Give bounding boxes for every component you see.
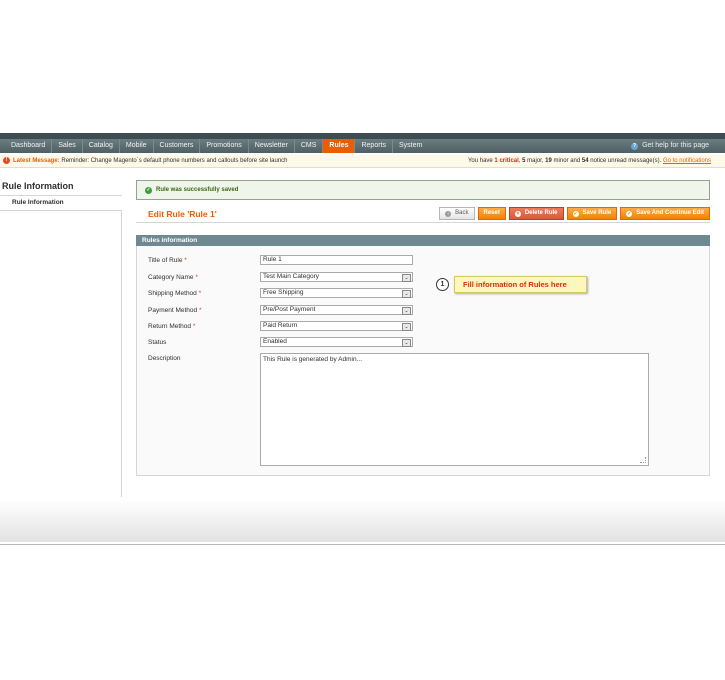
page-title: Edit Rule 'Rule 1' (148, 209, 217, 219)
required-marker: * (195, 274, 198, 281)
back-label: Back (455, 210, 469, 216)
return-value: Paid Return (263, 322, 298, 329)
nav-newsletter[interactable]: Newsletter (249, 139, 295, 153)
nav-sales[interactable]: Sales (52, 139, 83, 153)
category-label: Category Name * (148, 274, 198, 281)
delete-icon: × (514, 210, 521, 217)
save-label: Save Rule (582, 210, 612, 216)
status-select[interactable]: Enabled ⌄ (260, 337, 413, 347)
resize-grip-icon[interactable] (640, 457, 646, 463)
success-text: Rule was successfully saved (156, 187, 239, 193)
sidebar-border (121, 210, 122, 497)
check-icon: ✓ (145, 187, 152, 194)
callout-tooltip: Fill information of Rules here (454, 276, 587, 293)
sidebar-tab-rule-information[interactable]: Rule Information (0, 196, 122, 211)
category-select[interactable]: Test Main Category ⌄ (260, 272, 413, 282)
return-label-text: Return Method (148, 323, 191, 330)
description-label: Description (148, 355, 181, 362)
payment-label-text: Payment Method (148, 307, 198, 314)
message-bar: ! Latest Message: Reminder: Change Magen… (0, 155, 725, 168)
required-marker: * (184, 257, 187, 264)
back-arrow-icon: ‹ (445, 210, 452, 217)
save-continue-check-icon: ✓ (626, 210, 633, 217)
action-buttons: ‹ Back Reset × Delete Rule ✓ Save Rule ✓ Sav… (439, 207, 710, 220)
sidebar-tab-label: Rule Information (12, 199, 64, 206)
description-value: This Rule is generated by Admin... (263, 356, 362, 363)
critical-count: 1 (494, 158, 498, 164)
save-and-continue-button[interactable]: ✓ Save And Continue Edit (620, 207, 710, 220)
summary-prefix: You have (467, 158, 493, 164)
nav-items: Dashboard Sales Catalog Mobile Customers… (5, 139, 428, 153)
nav-dashboard[interactable]: Dashboard (5, 139, 53, 153)
reset-label: Reset (483, 210, 500, 216)
help-text: Get help for this page (642, 142, 709, 149)
return-label: Return Method * (148, 323, 195, 330)
header-divider (136, 222, 710, 223)
delete-label: Delete Rule (524, 210, 558, 216)
nav-reports[interactable]: Reports (355, 139, 393, 153)
minor-label: minor and (553, 158, 581, 164)
shipping-label-text: Shipping Method (148, 290, 197, 297)
title-input[interactable]: Rule 1 (260, 255, 413, 265)
sidebar-title: Rule Information (2, 181, 74, 191)
nav-rules[interactable]: Rules (323, 139, 356, 153)
shipping-label: Shipping Method * (148, 290, 201, 297)
payment-value: Pre/Post Payment (263, 306, 316, 313)
nav-cms[interactable]: CMS (295, 139, 324, 153)
required-marker: * (198, 290, 202, 297)
go-to-notifications-link[interactable]: Go to notifications (663, 158, 711, 164)
latest-message: Latest Message: Reminder: Change Magento… (13, 155, 288, 167)
title-label-text: Title of Rule (148, 257, 183, 264)
required-marker: * (192, 323, 196, 330)
chevron-down-icon: ⌄ (402, 274, 411, 282)
title-label: Title of Rule * (148, 257, 187, 264)
chevron-down-icon: ⌄ (402, 307, 411, 315)
save-continue-label: Save And Continue Edit (636, 210, 704, 216)
save-rule-button[interactable]: ✓ Save Rule (566, 207, 618, 220)
nav-customers[interactable]: Customers (154, 139, 201, 153)
success-message: ✓ Rule was successfully saved (136, 180, 710, 200)
nav-promotions[interactable]: Promotions (200, 139, 249, 153)
major-count: 5 (522, 158, 526, 164)
chevron-down-icon: ⌄ (402, 290, 411, 298)
shipping-select[interactable]: Free Shipping ⌄ (260, 288, 413, 298)
payment-label: Payment Method * (148, 307, 201, 314)
help-link[interactable]: ? Get help for this page (631, 139, 709, 153)
critical-label: critical (499, 158, 519, 164)
reset-button[interactable]: Reset (477, 207, 506, 220)
footer-divider (0, 544, 725, 545)
footer (0, 500, 725, 542)
required-marker: * (198, 307, 202, 314)
nav-system[interactable]: System (393, 139, 428, 153)
chevron-down-icon: ⌄ (402, 323, 411, 331)
notice-label: notice unread message(s). (590, 158, 662, 164)
main-nav: Dashboard Sales Catalog Mobile Customers… (0, 139, 725, 153)
help-icon: ? (631, 142, 639, 150)
minor-count: 19 (545, 158, 552, 164)
major-label: major, (527, 158, 544, 164)
save-check-icon: ✓ (572, 210, 579, 217)
return-select[interactable]: Paid Return ⌄ (260, 321, 413, 331)
nav-mobile[interactable]: Mobile (120, 139, 154, 153)
latest-message-label: Latest Message: (13, 158, 60, 164)
callout-number: 1 (436, 278, 449, 291)
delete-rule-button[interactable]: × Delete Rule (508, 207, 564, 220)
back-button[interactable]: ‹ Back (439, 207, 475, 220)
shipping-value: Free Shipping (263, 289, 304, 296)
message-summary: You have 1 critical, 5 major, 19 minor a… (467, 158, 711, 164)
payment-select[interactable]: Pre/Post Payment ⌄ (260, 305, 413, 315)
category-label-text: Category Name (148, 274, 194, 281)
status-label: Status (148, 339, 167, 346)
alert-icon: ! (3, 157, 10, 164)
notice-count: 54 (581, 158, 589, 164)
latest-message-text: Reminder: Change Magento`s default phone… (61, 158, 288, 164)
description-textarea[interactable]: This Rule is generated by Admin... (260, 353, 649, 466)
category-value: Test Main Category (263, 273, 319, 280)
fieldset-legend: Rules information (136, 235, 710, 246)
status-value: Enabled (263, 338, 287, 345)
chevron-down-icon: ⌄ (402, 339, 411, 347)
nav-catalog[interactable]: Catalog (83, 139, 120, 153)
